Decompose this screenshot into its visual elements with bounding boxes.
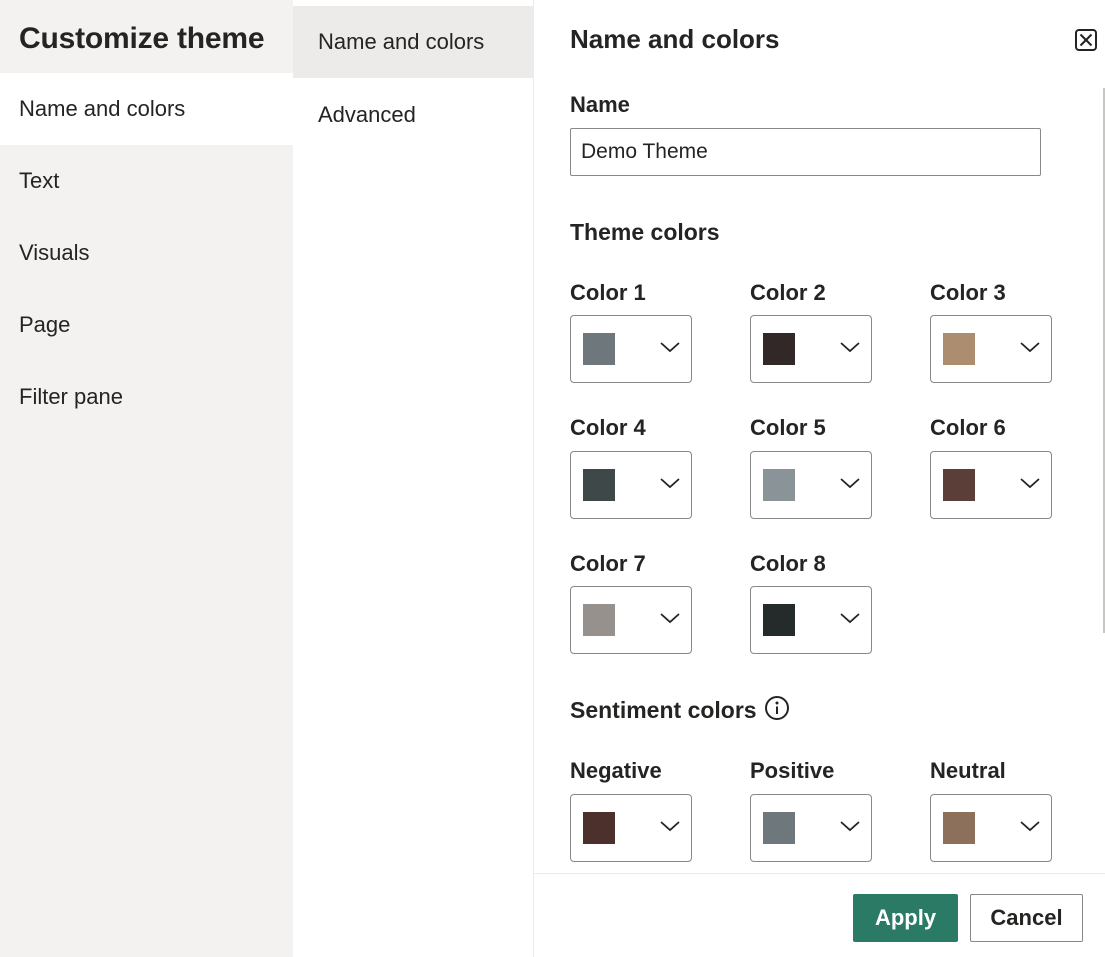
cancel-button[interactable]: Cancel xyxy=(970,894,1083,942)
color-8-picker[interactable] xyxy=(750,586,872,654)
color-4-label: Color 4 xyxy=(570,415,646,440)
color-6-label: Color 6 xyxy=(930,415,1006,440)
chevron-down-icon xyxy=(660,613,680,624)
color-5-picker[interactable] xyxy=(750,451,872,519)
color-6-swatch xyxy=(943,469,975,501)
color-5-swatch xyxy=(763,469,795,501)
positive-color-picker[interactable] xyxy=(750,794,872,862)
color-3-swatch xyxy=(943,333,975,365)
chevron-down-icon xyxy=(840,342,860,353)
negative-label: Negative xyxy=(570,758,662,783)
subnav-item-name-and-colors[interactable]: Name and colors xyxy=(293,6,533,78)
chevron-down-icon xyxy=(1020,821,1040,832)
chevron-down-icon xyxy=(840,613,860,624)
dialog-title: Customize theme xyxy=(19,22,265,55)
color-1-swatch xyxy=(583,333,615,365)
dialog-footer: Apply Cancel xyxy=(534,873,1105,957)
nav-item-page[interactable]: Page xyxy=(0,289,293,361)
chevron-down-icon xyxy=(840,478,860,489)
color-4-swatch xyxy=(583,469,615,501)
apply-button[interactable]: Apply xyxy=(853,894,958,942)
color-1-picker[interactable] xyxy=(570,315,692,383)
negative-color-picker[interactable] xyxy=(570,794,692,862)
chevron-down-icon xyxy=(660,342,680,353)
color-7-swatch xyxy=(583,604,615,636)
color-6-picker[interactable] xyxy=(930,451,1052,519)
color-2-label: Color 2 xyxy=(750,280,826,305)
left-nav: Customize theme Name and colors Text Vis… xyxy=(0,0,293,957)
info-icon[interactable] xyxy=(764,695,790,721)
panel-title: Name and colors xyxy=(570,24,780,54)
neutral-label: Neutral xyxy=(930,758,1006,783)
nav-item-name-and-colors[interactable]: Name and colors xyxy=(0,73,293,145)
subnav-item-advanced[interactable]: Advanced xyxy=(293,79,533,151)
color-4-picker[interactable] xyxy=(570,451,692,519)
positive-swatch xyxy=(763,812,795,844)
nav-item-visuals[interactable]: Visuals xyxy=(0,217,293,289)
color-2-picker[interactable] xyxy=(750,315,872,383)
chevron-down-icon xyxy=(660,478,680,489)
color-1-label: Color 1 xyxy=(570,280,646,305)
negative-swatch xyxy=(583,812,615,844)
color-3-label: Color 3 xyxy=(930,280,1006,305)
color-3-picker[interactable] xyxy=(930,315,1052,383)
close-icon[interactable] xyxy=(1074,28,1098,52)
nav-item-text[interactable]: Text xyxy=(0,145,293,217)
theme-name-input[interactable] xyxy=(570,128,1041,176)
name-label: Name xyxy=(570,92,630,117)
chevron-down-icon xyxy=(840,821,860,832)
color-8-swatch xyxy=(763,604,795,636)
nav-item-filter-pane[interactable]: Filter pane xyxy=(0,361,293,433)
theme-colors-title: Theme colors xyxy=(570,219,720,245)
color-5-label: Color 5 xyxy=(750,415,826,440)
content-panel: Name and colors Name Theme colors Color … xyxy=(534,0,1105,957)
sentiment-colors-title: Sentiment colors xyxy=(570,697,757,723)
positive-label: Positive xyxy=(750,758,835,783)
chevron-down-icon xyxy=(1020,342,1040,353)
chevron-down-icon xyxy=(1020,478,1040,489)
color-7-label: Color 7 xyxy=(570,551,646,576)
color-2-swatch xyxy=(763,333,795,365)
neutral-swatch xyxy=(943,812,975,844)
color-8-label: Color 8 xyxy=(750,551,826,576)
neutral-color-picker[interactable] xyxy=(930,794,1052,862)
color-7-picker[interactable] xyxy=(570,586,692,654)
sub-nav: Name and colors Advanced xyxy=(293,0,534,957)
chevron-down-icon xyxy=(660,821,680,832)
